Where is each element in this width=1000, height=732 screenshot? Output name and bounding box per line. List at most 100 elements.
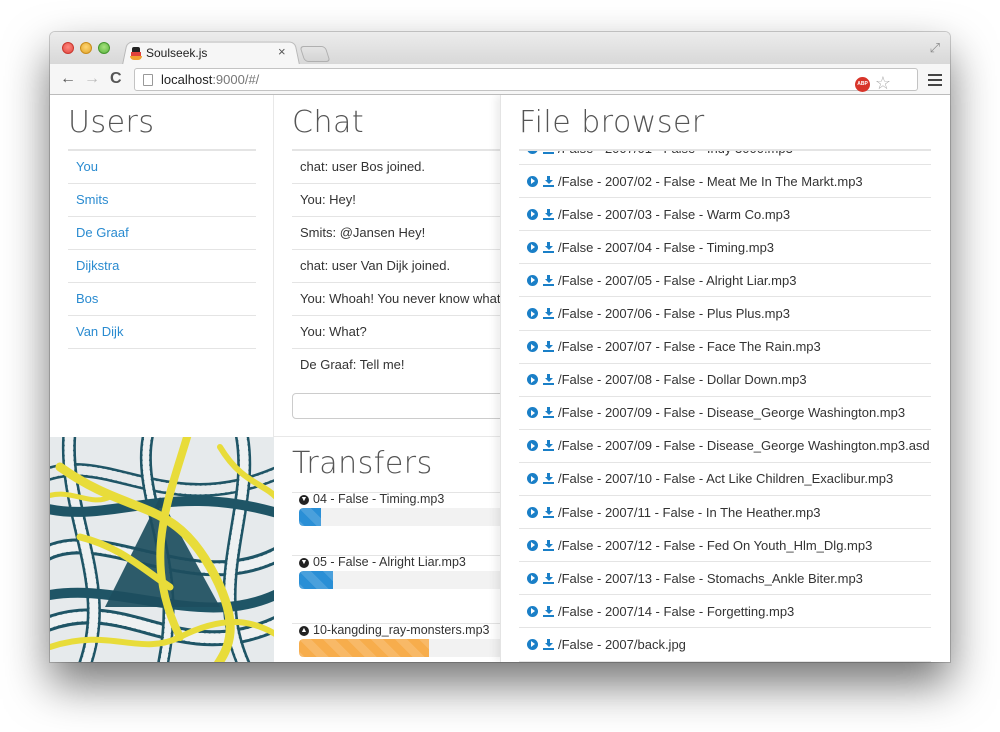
chat-message: Smits: @Jansen Hey! xyxy=(292,217,522,250)
file-list-item: /False - 2007/03 - False - Warm Co.mp3 xyxy=(519,198,931,232)
play-icon[interactable] xyxy=(527,241,538,253)
url-host: localhost xyxy=(161,72,213,87)
file-path: /False - 2007/back.jpg xyxy=(558,636,686,652)
chat-message-input[interactable] xyxy=(292,393,522,419)
minimize-window-button[interactable] xyxy=(80,42,92,54)
reload-icon[interactable]: C xyxy=(110,70,122,88)
download-icon[interactable] xyxy=(543,506,554,518)
file-path: /False - 2007/05 - False - Alright Liar.… xyxy=(558,272,797,288)
play-icon[interactable] xyxy=(527,274,538,286)
file-list-item: /False - 2007/07 - False - Face The Rain… xyxy=(519,331,931,364)
user-list-item[interactable]: You xyxy=(68,151,256,184)
fullscreen-icon[interactable]: ⤢ xyxy=(930,40,940,56)
play-icon[interactable] xyxy=(527,175,538,187)
page-icon xyxy=(143,73,153,86)
browser-tab-content[interactable]: Soulseek.js xyxy=(130,44,295,62)
file-path: /False - 2007/13 - False - Stomachs_Ankl… xyxy=(558,570,863,586)
download-icon[interactable] xyxy=(543,539,554,551)
download-icon[interactable] xyxy=(543,572,554,584)
download-icon[interactable] xyxy=(543,473,554,485)
play-icon[interactable] xyxy=(527,572,538,584)
file-list-item: /False - 2007/12 - False - Fed On Youth_… xyxy=(519,529,931,563)
transfer-filename: 10-kangding_ray-monsters.mp3 xyxy=(313,623,490,637)
download-icon[interactable] xyxy=(543,274,554,286)
user-list-item[interactable]: Smits xyxy=(68,184,256,217)
album-art xyxy=(50,437,274,662)
new-tab-button[interactable] xyxy=(299,46,331,62)
chevron-up-icon[interactable]: ▲ xyxy=(299,625,309,636)
bookmark-star-icon[interactable]: ☆ xyxy=(875,73,891,93)
chat-message: De Graaf: Tell me! xyxy=(300,357,405,372)
forward-arrow-icon[interactable]: → xyxy=(84,70,100,88)
play-icon[interactable] xyxy=(527,440,538,452)
file-path: /False - 2007/06 - False - Plus Plus.mp3 xyxy=(558,306,790,322)
transfers-panel: Transfers ▼ 04 - False - Timing.mp3 ▼ 05 - … xyxy=(274,438,539,662)
address-bar[interactable]: localhost:9000/#/ ABP ☆ xyxy=(134,68,918,93)
adblock-icon[interactable]: ABP xyxy=(855,77,870,92)
zoom-window-button[interactable] xyxy=(98,42,110,54)
chat-title: Chat xyxy=(292,105,365,140)
download-icon[interactable] xyxy=(543,440,554,452)
chat-panel: Chat chat: user Bos joined. You: Hey! Smit… xyxy=(274,95,522,437)
user-list-item[interactable]: De Graaf xyxy=(68,217,256,250)
file-list-item: /False - 2007/13 - False - Stomachs_Ankl… xyxy=(519,562,931,596)
chat-message: chat: user Van Dijk joined. xyxy=(292,250,522,283)
transfer-filename: 04 - False - Timing.mp3 xyxy=(313,492,445,506)
file-list-item: /False - 2007/14 - False - Forgetting.mp… xyxy=(519,595,931,629)
file-browser-panel: File browser /False - 2007/01 - False - … xyxy=(500,95,950,662)
play-icon[interactable] xyxy=(527,208,538,220)
play-icon[interactable] xyxy=(527,407,538,419)
download-icon[interactable] xyxy=(543,175,554,187)
play-icon[interactable] xyxy=(527,605,538,617)
file-list-item: /False - 2007/05 - False - Alright Liar.… xyxy=(519,264,931,298)
transfer-progress-fill xyxy=(299,571,333,589)
transfer-item: ▲ 10-kangding_ray-monsters.mp3 xyxy=(292,623,539,657)
play-icon[interactable] xyxy=(527,539,538,551)
file-path: /False - 2007/11 - False - In The Heathe… xyxy=(558,504,821,520)
file-browser-title: File browser xyxy=(519,105,705,140)
play-icon[interactable] xyxy=(527,506,538,518)
download-icon[interactable] xyxy=(543,208,554,220)
user-list-item[interactable]: Van Dijk xyxy=(68,316,256,349)
file-path: /False - 2007/09 - False - Disease_Georg… xyxy=(558,405,906,421)
tab-close-icon[interactable]: × xyxy=(278,44,286,59)
hamburger-menu-icon[interactable] xyxy=(928,74,942,89)
transfer-progress-fill xyxy=(299,508,321,526)
chevron-down-icon[interactable]: ▼ xyxy=(299,494,309,505)
transfer-label: ▼ 05 - False - Alright Liar.mp3 xyxy=(292,556,522,569)
play-icon[interactable] xyxy=(527,308,538,320)
close-window-button[interactable] xyxy=(62,42,74,54)
file-path: /False - 2007/10 - False - Act Like Chil… xyxy=(558,471,894,487)
file-list-item: /False - 2007/09 - False - Disease_Georg… xyxy=(519,397,931,430)
chevron-down-icon[interactable]: ▼ xyxy=(299,557,309,568)
play-icon[interactable] xyxy=(527,473,538,485)
user-list-item[interactable]: Bos xyxy=(68,283,256,316)
play-icon[interactable] xyxy=(527,341,538,353)
user-list-item[interactable]: Dijkstra xyxy=(68,250,256,283)
file-list-item: /False - 2007/04 - False - Timing.mp3 xyxy=(519,231,931,265)
chat-message: You: Whoah! You never know what xyxy=(292,283,522,316)
play-icon[interactable] xyxy=(527,151,538,154)
download-icon[interactable] xyxy=(543,407,554,419)
back-arrow-icon[interactable]: ← xyxy=(60,70,76,88)
download-icon[interactable] xyxy=(543,241,554,253)
file-list-item: /False - 2007/02 - False - Meat Me In Th… xyxy=(519,165,931,199)
download-icon[interactable] xyxy=(543,374,554,386)
chat-message: You: Hey! xyxy=(292,184,522,217)
transfer-filename: 05 - False - Alright Liar.mp3 xyxy=(313,555,466,569)
download-icon[interactable] xyxy=(543,638,554,650)
browser-toolbar: ← → C localhost:9000/#/ ABP ☆ xyxy=(50,64,950,95)
album-art-image xyxy=(50,437,274,662)
play-icon[interactable] xyxy=(527,374,538,386)
file-path: /False - 2007/04 - False - Timing.mp3 xyxy=(558,239,775,255)
chat-message: chat: user Bos joined. xyxy=(292,151,522,184)
download-icon[interactable] xyxy=(543,341,554,353)
play-icon[interactable] xyxy=(527,638,538,650)
download-icon[interactable] xyxy=(543,308,554,320)
file-path: /False - 2007/02 - False - Meat Me In Th… xyxy=(558,173,863,189)
download-icon[interactable] xyxy=(543,605,554,617)
download-icon[interactable] xyxy=(543,151,554,154)
file-list[interactable]: /False - 2007/01 - False - Indy 3000.mp3… xyxy=(519,149,931,662)
url-text[interactable]: localhost:9000/#/ xyxy=(161,72,259,87)
file-list-item: /False - 2007/back.jpg xyxy=(519,628,931,662)
